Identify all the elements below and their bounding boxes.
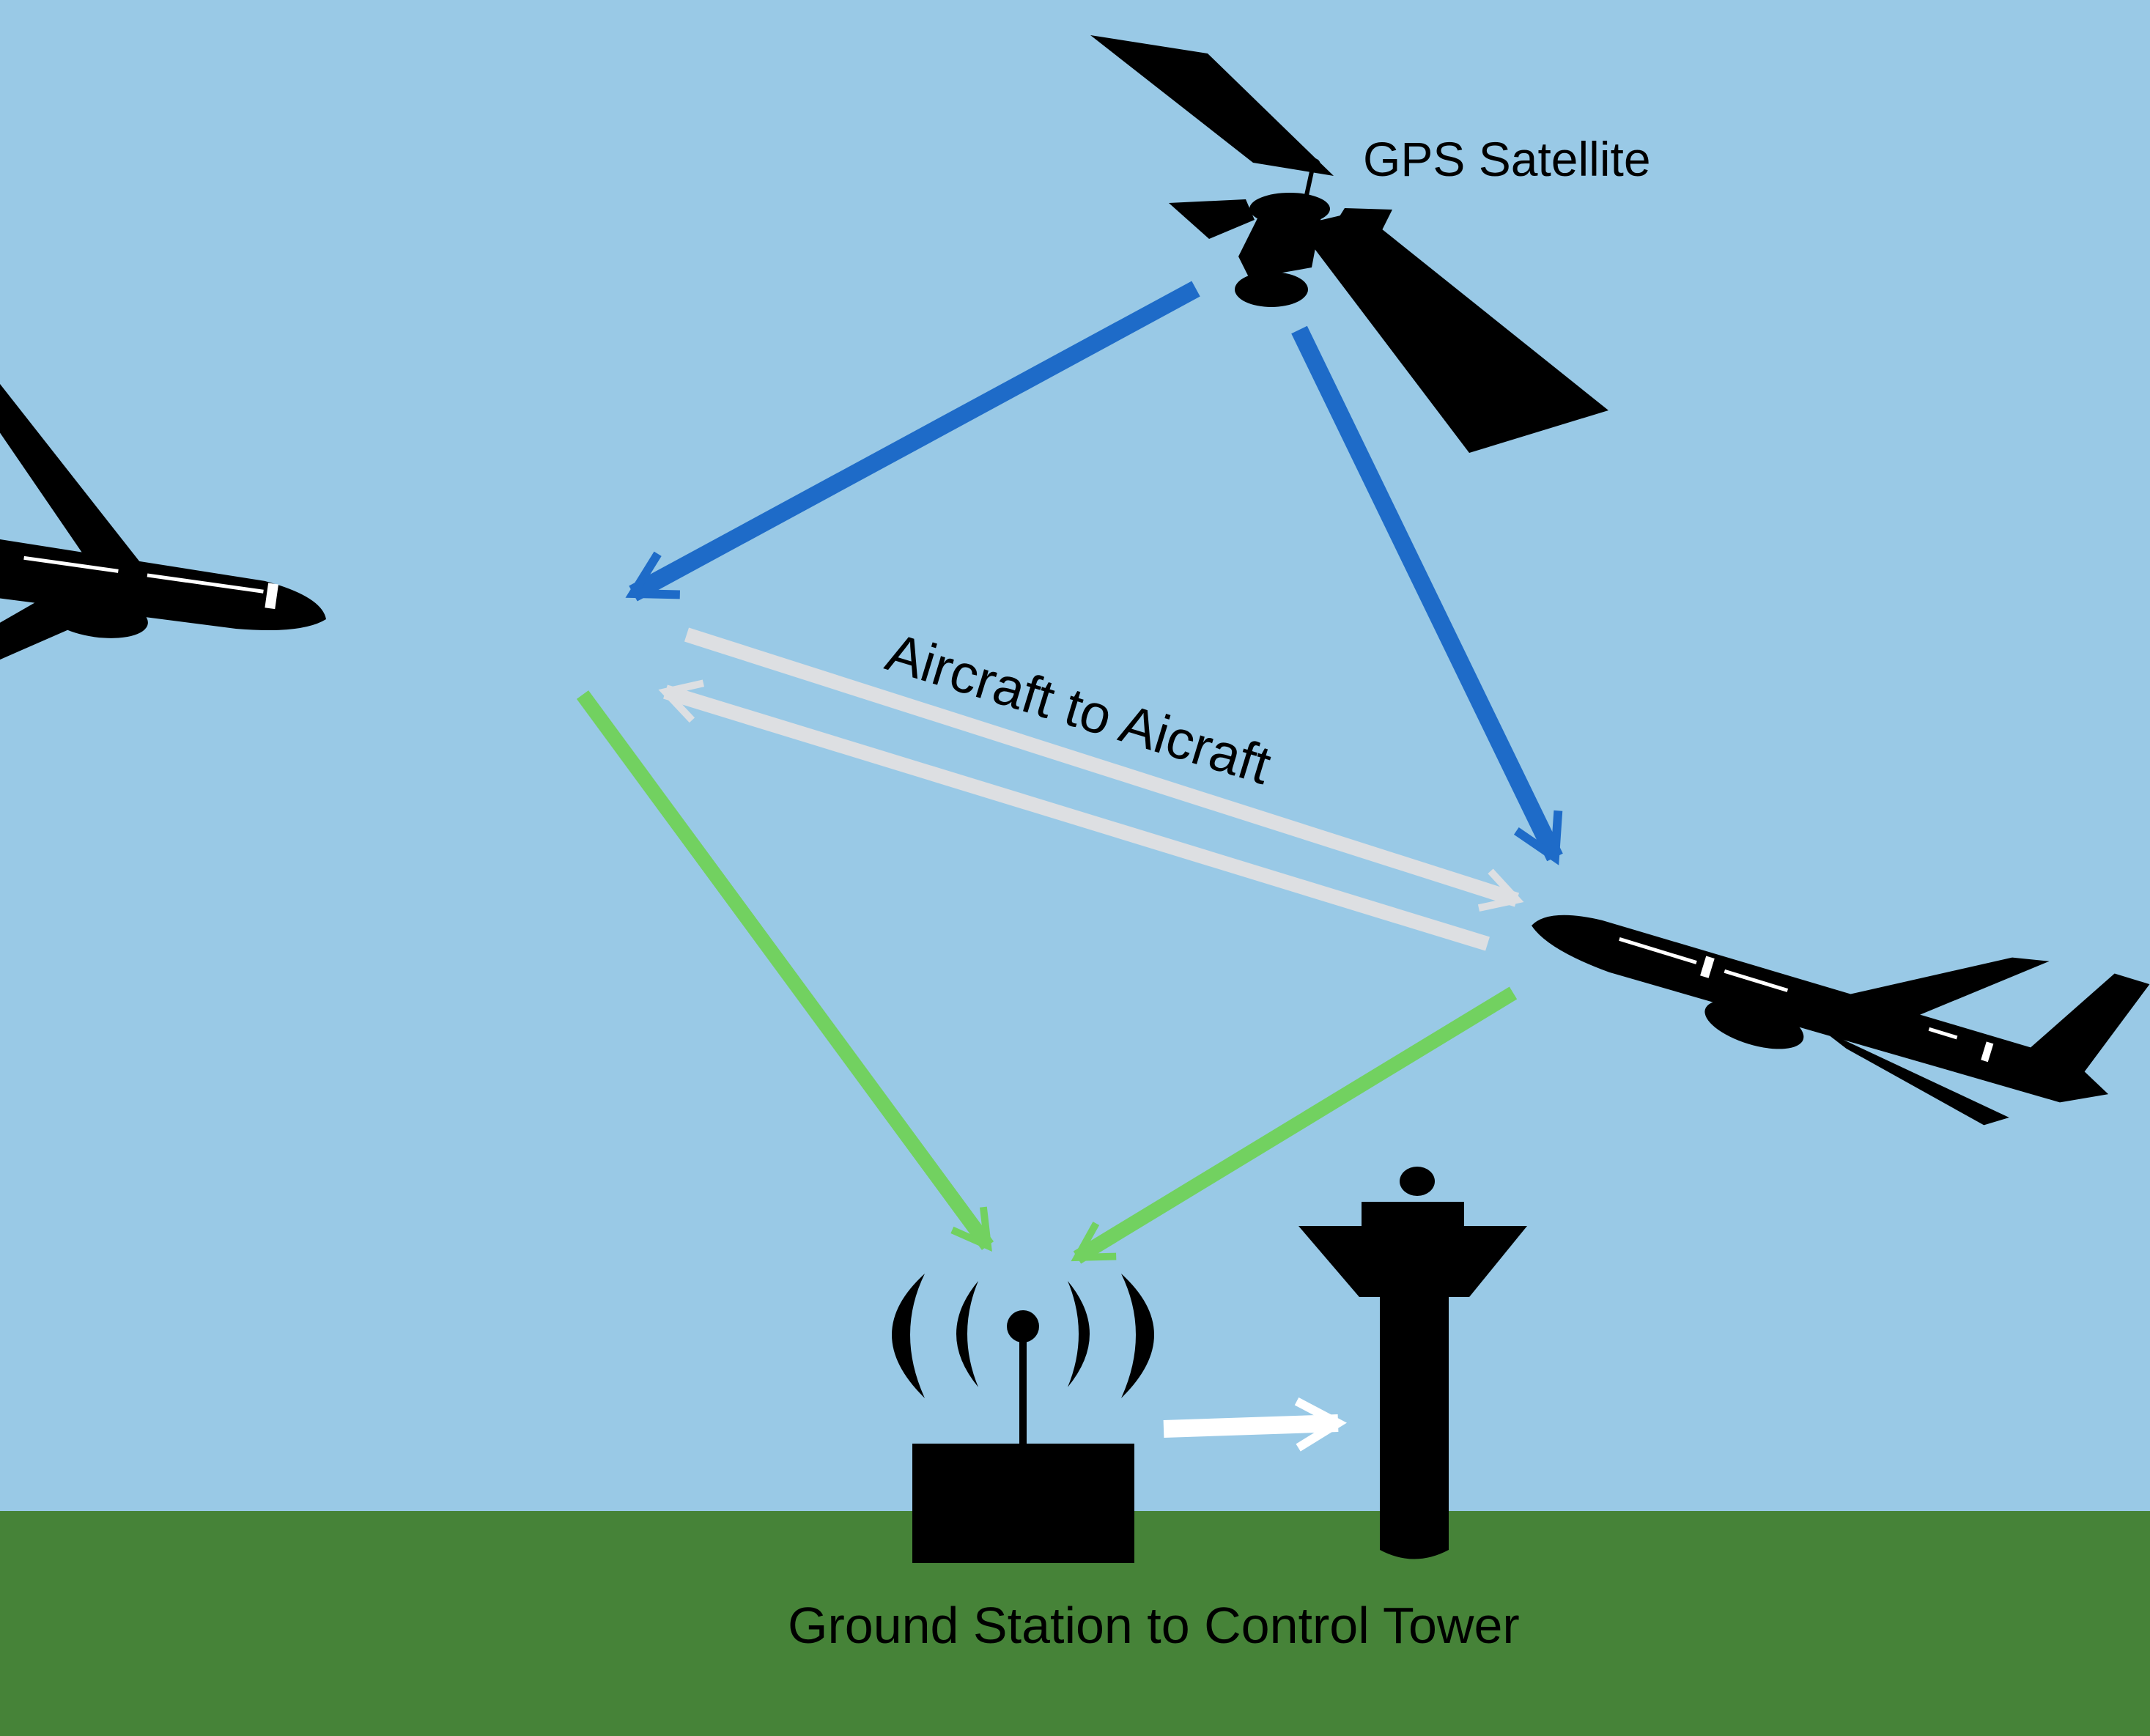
satellite-label: GPS Satellite: [1363, 132, 1651, 186]
datalink-diagram: GPS Satellite Aircraft to Aicraft Ground…: [0, 0, 2150, 1736]
ground-link-label: Ground Station to Control Tower: [788, 1597, 1520, 1654]
tower-link-arrow: [1163, 1397, 1347, 1452]
